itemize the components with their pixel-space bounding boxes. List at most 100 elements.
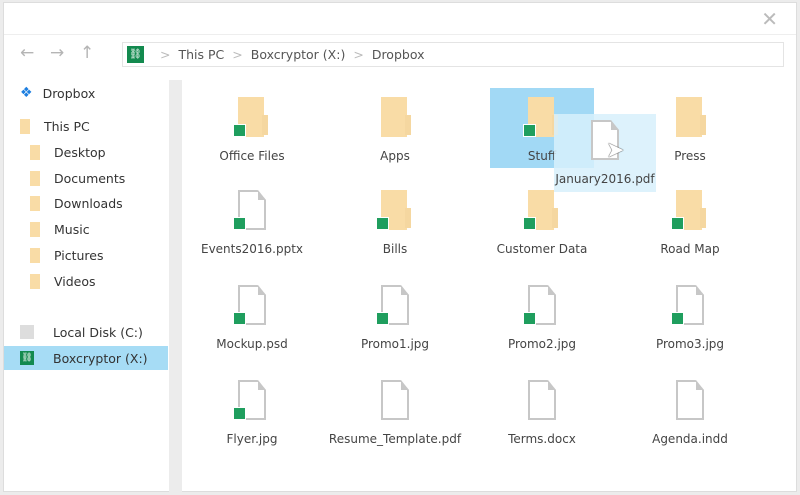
folder-item[interactable]: Road Map xyxy=(620,190,760,256)
encrypted-badge-icon xyxy=(523,217,536,230)
folder-icon xyxy=(233,97,270,139)
sidebar-item-label: This PC xyxy=(44,118,90,134)
encrypted-badge-icon xyxy=(376,217,389,230)
scrollbar[interactable] xyxy=(169,80,182,493)
boxcryptor-icon: ⛓ xyxy=(127,46,144,63)
folder-item[interactable]: Bills xyxy=(325,190,465,256)
breadcrumb-boxcryptor[interactable]: Boxcryptor (X:) xyxy=(251,47,346,62)
folder-item[interactable]: Customer Data xyxy=(472,190,612,256)
chevron-right-icon: > xyxy=(353,47,364,62)
sidebar-item[interactable]: Downloads xyxy=(4,191,168,215)
file-item[interactable]: Resume_Template.pdf xyxy=(325,380,465,446)
item-name: Apps xyxy=(380,149,410,163)
item-name: Events2016.pptx xyxy=(200,242,304,256)
folder-icon xyxy=(30,221,40,237)
close-icon[interactable]: ✕ xyxy=(761,7,778,31)
folder-icon xyxy=(523,190,560,232)
cursor-icon: ➤ xyxy=(606,138,625,163)
sidebar-item[interactable]: Pictures xyxy=(4,243,168,267)
file-item[interactable]: Terms.docx xyxy=(472,380,612,446)
sidebar-item[interactable]: This PC xyxy=(4,114,168,138)
file-icon xyxy=(524,380,560,422)
chevron-right-icon: > xyxy=(160,47,171,62)
file-icon xyxy=(233,190,270,232)
item-name: Mockup.psd xyxy=(216,337,288,351)
item-name: Flyer.jpg xyxy=(226,432,278,446)
sidebar-item-label: Dropbox xyxy=(42,85,96,101)
folder-icon xyxy=(30,144,40,160)
folder-item[interactable]: Office Files xyxy=(182,97,322,163)
item-name: Promo3.jpg xyxy=(655,337,725,351)
file-icon xyxy=(672,380,708,422)
item-name: Bills xyxy=(382,242,408,256)
file-icon xyxy=(523,285,560,327)
folder-icon xyxy=(20,118,30,134)
item-name: Office Files xyxy=(219,149,285,163)
dropbox-icon: ❖ xyxy=(20,85,33,101)
folder-icon xyxy=(377,97,413,139)
folder-icon xyxy=(671,190,708,232)
folder-item[interactable]: Apps xyxy=(325,97,465,163)
sidebar-item[interactable]: Music xyxy=(4,217,168,241)
encrypted-badge-icon xyxy=(523,124,536,137)
folder-icon xyxy=(672,97,708,139)
folder-icon xyxy=(376,190,413,232)
encrypted-badge-icon xyxy=(233,312,246,325)
encrypted-badge-icon xyxy=(671,217,684,230)
up-button[interactable]: ↑ xyxy=(80,43,96,63)
file-icon xyxy=(671,285,708,327)
encrypted-badge-icon xyxy=(671,312,684,325)
address-bar[interactable]: ⛓ > This PC > Boxcryptor (X:) > Dropbox xyxy=(122,42,784,67)
drag-file-name: January2016.pdf xyxy=(555,172,655,186)
encrypted-badge-icon xyxy=(233,407,246,420)
sidebar-item-label: Music xyxy=(54,221,90,237)
file-item[interactable]: Mockup.psd xyxy=(182,285,322,351)
forward-button[interactable]: → xyxy=(50,43,66,63)
drag-preview: January2016.pdf xyxy=(554,114,656,192)
encrypted-badge-icon xyxy=(233,217,246,230)
breadcrumb-dropbox[interactable]: Dropbox xyxy=(372,47,425,62)
sidebar-item-label: Downloads xyxy=(54,195,123,211)
sidebar-item[interactable]: Videos xyxy=(4,269,168,293)
file-item[interactable]: Promo1.jpg xyxy=(325,285,465,351)
file-item[interactable]: Flyer.jpg xyxy=(182,380,322,446)
sidebar-item-label: Documents xyxy=(54,170,126,186)
file-icon xyxy=(233,285,270,327)
boxcryptor-icon: ⛓ xyxy=(20,351,34,365)
encrypted-badge-icon xyxy=(233,124,246,137)
sidebar-item-label: Pictures xyxy=(54,247,104,263)
item-name: Agenda.indd xyxy=(652,432,728,446)
file-item[interactable]: Agenda.indd xyxy=(620,380,760,446)
nav-buttons: ← → ↑ xyxy=(20,43,96,63)
sidebar-item-label: Videos xyxy=(54,273,96,289)
file-icon xyxy=(233,380,270,422)
chevron-right-icon: > xyxy=(232,47,243,62)
sidebar-item[interactable]: Local Disk (C:) xyxy=(4,320,168,344)
sidebar-item[interactable]: Desktop xyxy=(4,140,168,164)
sidebar-item[interactable]: ❖ Dropbox xyxy=(4,81,168,105)
item-name: Promo1.jpg xyxy=(360,337,430,351)
file-item[interactable]: Promo3.jpg xyxy=(620,285,760,351)
file-item[interactable]: Events2016.pptx xyxy=(182,190,322,256)
back-button[interactable]: ← xyxy=(20,43,36,63)
item-name: Promo2.jpg xyxy=(507,337,577,351)
file-item[interactable]: Promo2.jpg xyxy=(472,285,612,351)
folder-icon xyxy=(30,273,40,289)
item-name: Customer Data xyxy=(496,242,588,256)
item-name: Terms.docx xyxy=(508,432,576,446)
item-name: Resume_Template.pdf xyxy=(328,432,462,446)
folder-icon xyxy=(30,247,40,263)
folder-icon xyxy=(30,195,40,211)
sidebar-item-label: Boxcryptor (X:) xyxy=(53,350,148,366)
file-icon xyxy=(376,285,413,327)
sidebar-item-label: Local Disk (C:) xyxy=(53,324,143,340)
item-name: Road Map xyxy=(660,242,720,256)
breadcrumb-this-pc[interactable]: This PC xyxy=(178,47,224,62)
encrypted-badge-icon xyxy=(523,312,536,325)
title-bar: ✕ xyxy=(4,3,796,35)
sidebar-item[interactable]: Documents xyxy=(4,166,168,190)
sidebar-item[interactable]: ⛓ Boxcryptor (X:) xyxy=(4,346,168,370)
drive-icon xyxy=(20,325,34,339)
folder-icon xyxy=(30,170,40,186)
encrypted-badge-icon xyxy=(376,312,389,325)
